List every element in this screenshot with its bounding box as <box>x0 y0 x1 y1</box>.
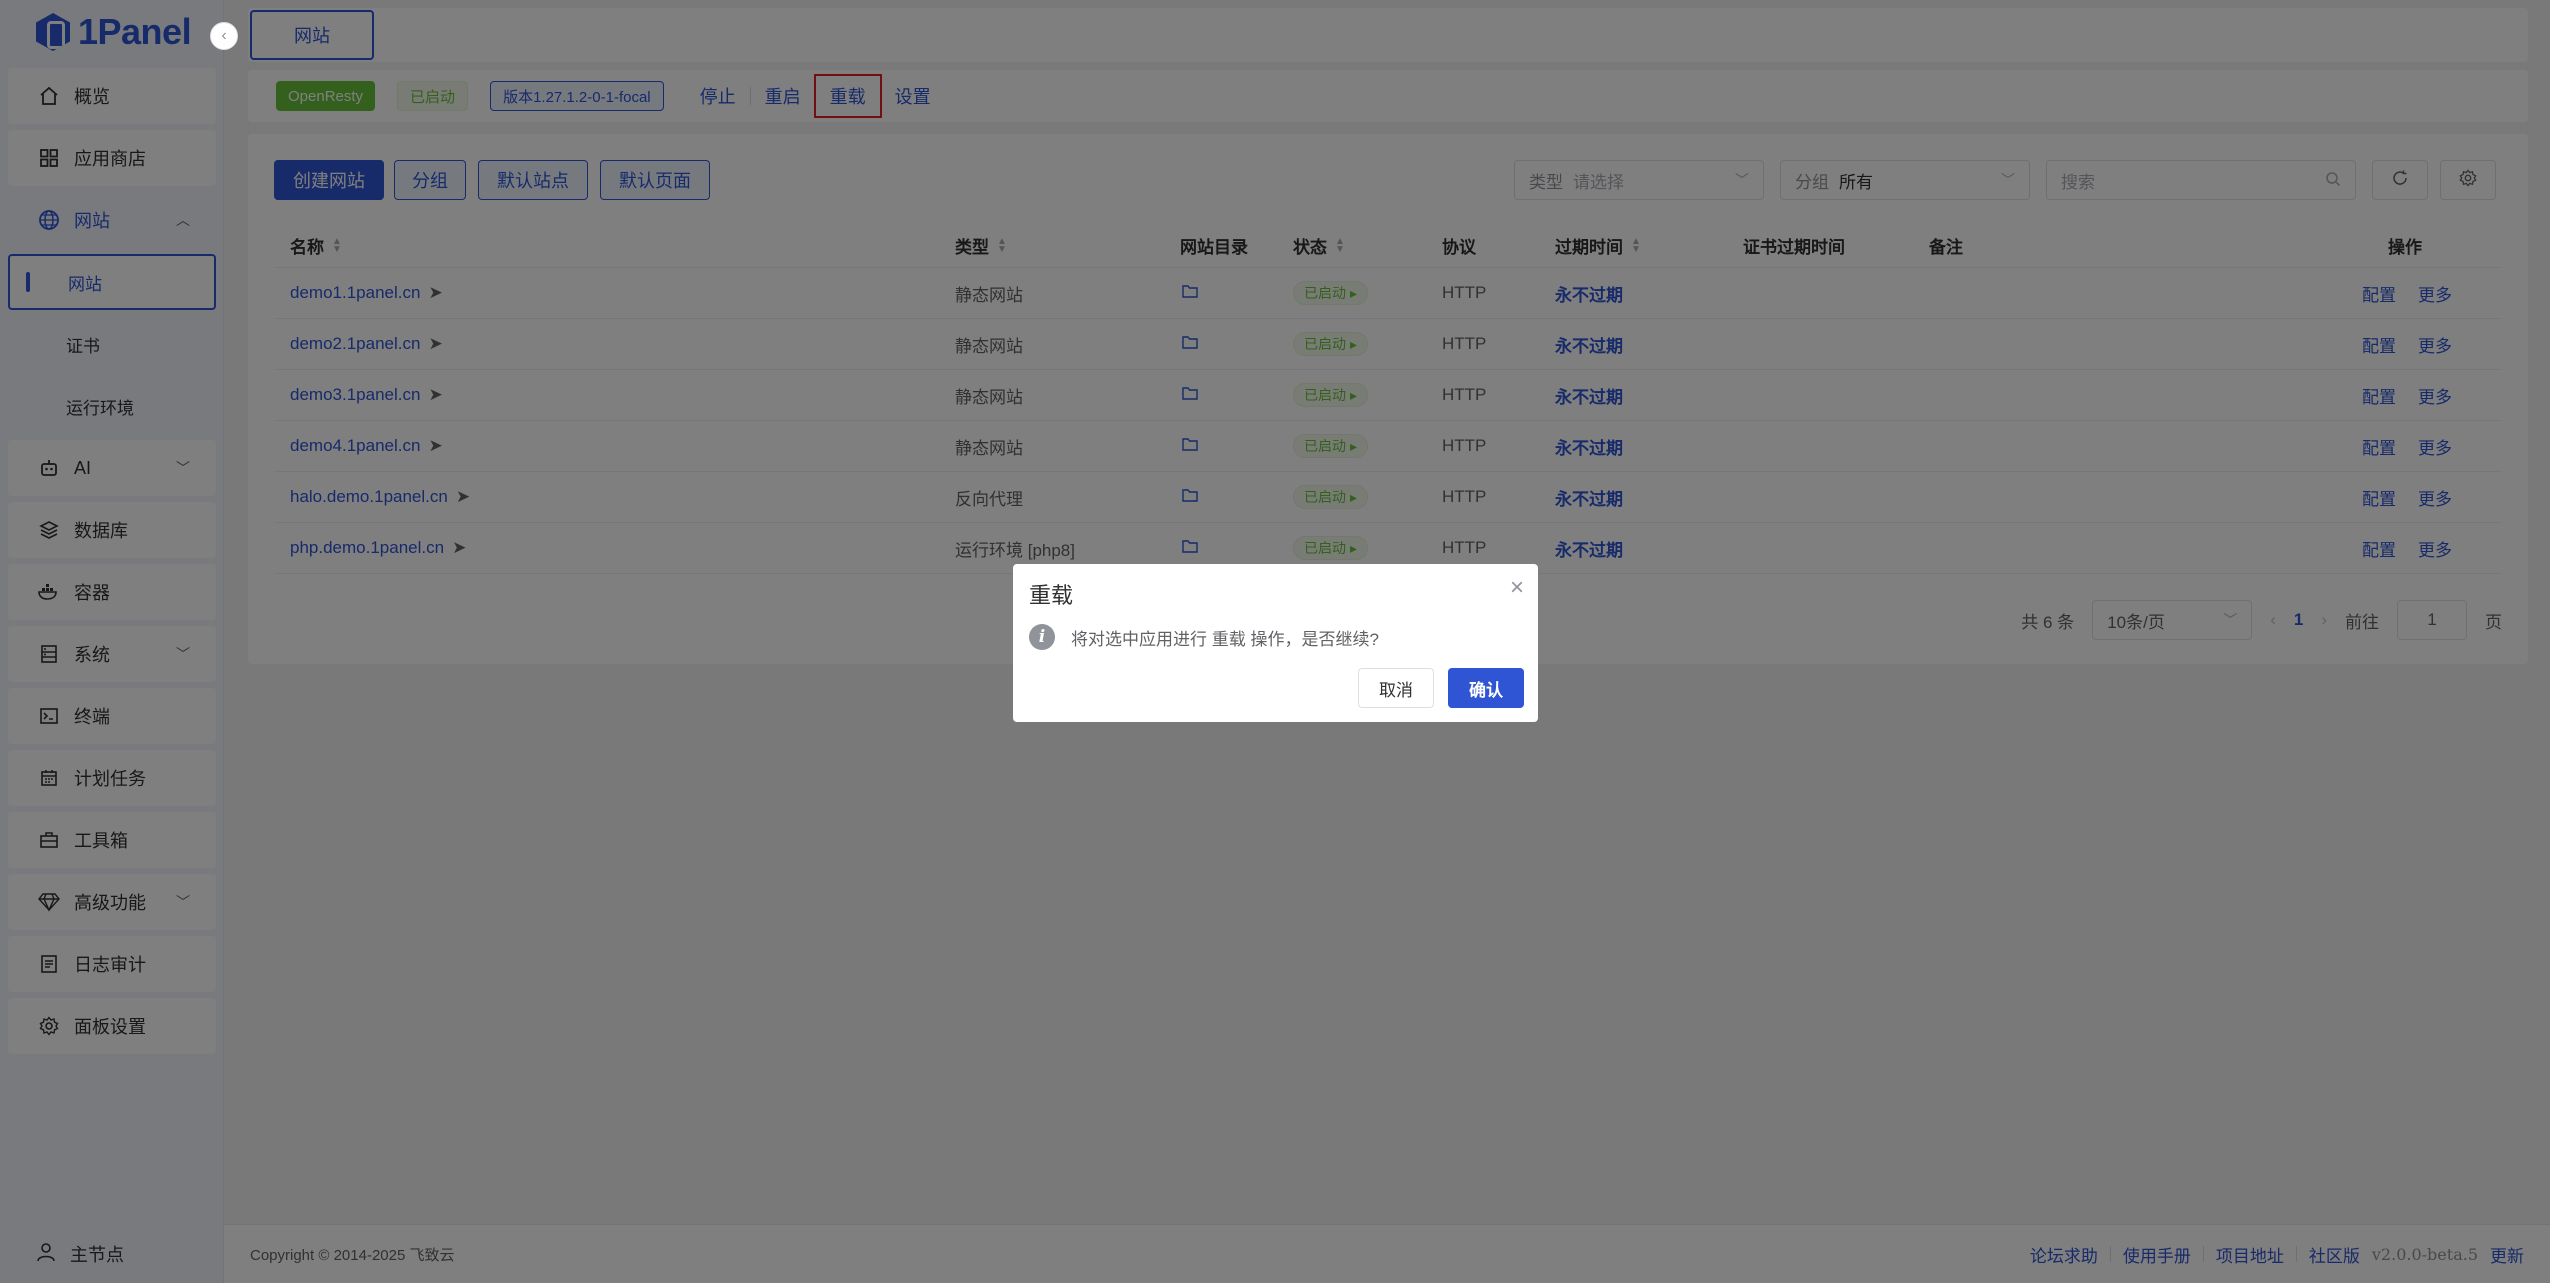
chevron-left-icon: ‹ <box>221 27 227 44</box>
info-icon: i <box>1029 624 1055 650</box>
confirm-button[interactable]: 确认 <box>1448 668 1524 708</box>
dialog-title: 重载 <box>1029 583 1074 608</box>
dialog-message: i 将对选中应用进行 重载 操作，是否继续? <box>1029 624 1379 650</box>
cancel-button[interactable]: 取消 <box>1358 668 1434 708</box>
collapse-sidebar-button[interactable]: ‹ <box>210 22 238 50</box>
close-icon[interactable]: × <box>1510 574 1524 602</box>
dialog-message-text: 将对选中应用进行 重载 操作，是否继续? <box>1071 629 1379 649</box>
confirm-dialog: 重载 × i 将对选中应用进行 重载 操作，是否继续? 取消 确认 <box>1013 564 1538 722</box>
